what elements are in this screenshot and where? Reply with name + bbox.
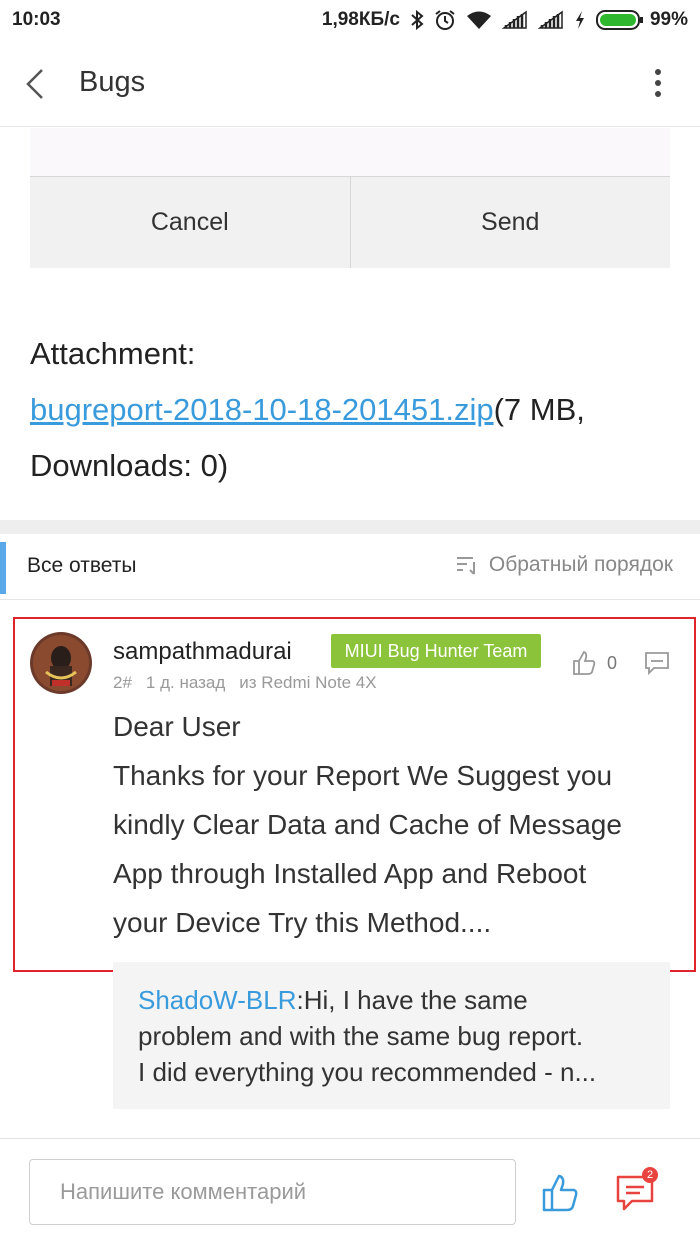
comment-line: Thanks for your Report We Suggest you — [113, 760, 613, 791]
comment-time: 1 д. назад — [145, 673, 226, 692]
quote-line: problem and with the same bug report. — [138, 1021, 584, 1051]
reply-icon[interactable] — [644, 650, 670, 676]
quote-author[interactable]: ShadoW-BLR — [138, 985, 297, 1015]
replies-title: Все ответы — [27, 554, 137, 577]
attachment-downloads: Downloads: 0) — [30, 448, 229, 483]
bluetooth-icon — [411, 10, 424, 30]
avatar-image — [30, 632, 92, 694]
quote-text: :Hi, I have the same — [296, 985, 528, 1015]
thumbs-up-icon[interactable] — [540, 1173, 580, 1213]
replies-accent-bar — [0, 542, 6, 594]
wifi-icon — [466, 11, 491, 29]
signal-icon — [537, 10, 563, 29]
thumbs-up-icon[interactable] — [571, 650, 597, 676]
attachment-file-link[interactable]: bugreport-2018-10-18-201451.zip — [30, 392, 494, 427]
comment-line: Dear User — [113, 711, 241, 742]
reverse-order-toggle[interactable]: Обратный порядок — [455, 553, 673, 577]
comment-floor: 2# — [113, 673, 132, 692]
attachment-file-line: bugreport-2018-10-18-201451.zip(7 MB, — [30, 382, 670, 438]
dialog-button-row: Cancel Send — [30, 176, 670, 268]
replies-header: Все ответы Обратный порядок — [0, 534, 700, 600]
sort-order-icon — [456, 557, 475, 575]
send-button[interactable]: Send — [349, 177, 671, 268]
battery-indicator: 99% — [595, 9, 688, 31]
message-count-badge: 2 — [642, 1167, 658, 1183]
comment-body: Dear User Thanks for your Report We Sugg… — [113, 702, 683, 947]
status-indicators: 1,98КБ/с 99% — [322, 9, 688, 31]
dialog-body — [30, 128, 670, 176]
attachment-section: Attachment: bugreport-2018-10-18-201451.… — [30, 326, 670, 494]
cancel-button[interactable]: Cancel — [30, 177, 350, 268]
comment-line: your Device Try this Method.... — [113, 907, 492, 938]
quote-line: I did everything you recommended - n... — [138, 1057, 597, 1087]
back-arrow-icon[interactable] — [22, 66, 52, 102]
alarm-icon — [435, 10, 455, 30]
attachment-label: Attachment: — [30, 336, 196, 371]
comment-line: App through Installed App and Reboot — [113, 858, 587, 889]
battery-percent: 99% — [649, 9, 688, 30]
status-bar: 10:03 1,98КБ/с 99% — [0, 0, 700, 40]
section-divider — [0, 520, 700, 534]
comment-device: из Redmi Note 4X — [239, 673, 377, 692]
status-time: 10:03 — [12, 9, 61, 30]
quote-line: ShadoW-BLR:Hi, I have the same — [138, 982, 670, 1018]
app-header: Bugs — [0, 40, 700, 127]
comment-meta: 2# 1 д. назад из Redmi Note 4X — [113, 673, 377, 693]
user-badge: MIUI Bug Hunter Team — [331, 634, 541, 668]
avatar[interactable] — [30, 632, 92, 694]
more-vertical-icon[interactable] — [646, 66, 670, 102]
signal-icon — [501, 10, 527, 29]
comment-line: kindly Clear Data and Cache of Message — [113, 809, 622, 840]
bottom-bar: 2 — [0, 1138, 700, 1244]
page-title: Bugs — [79, 66, 146, 98]
like-count: 0 — [607, 653, 618, 673]
comment-username[interactable]: sampathmadurai — [113, 638, 292, 666]
attachment-size: (7 MB, — [493, 392, 585, 427]
order-label: Обратный порядок — [488, 553, 673, 576]
comment-input[interactable] — [29, 1159, 516, 1225]
network-speed: 1,98КБ/с — [321, 9, 400, 30]
battery-icon — [595, 10, 643, 30]
charging-icon — [575, 11, 584, 29]
quoted-reply[interactable]: ShadoW-BLR:Hi, I have the same problem a… — [113, 962, 670, 1109]
